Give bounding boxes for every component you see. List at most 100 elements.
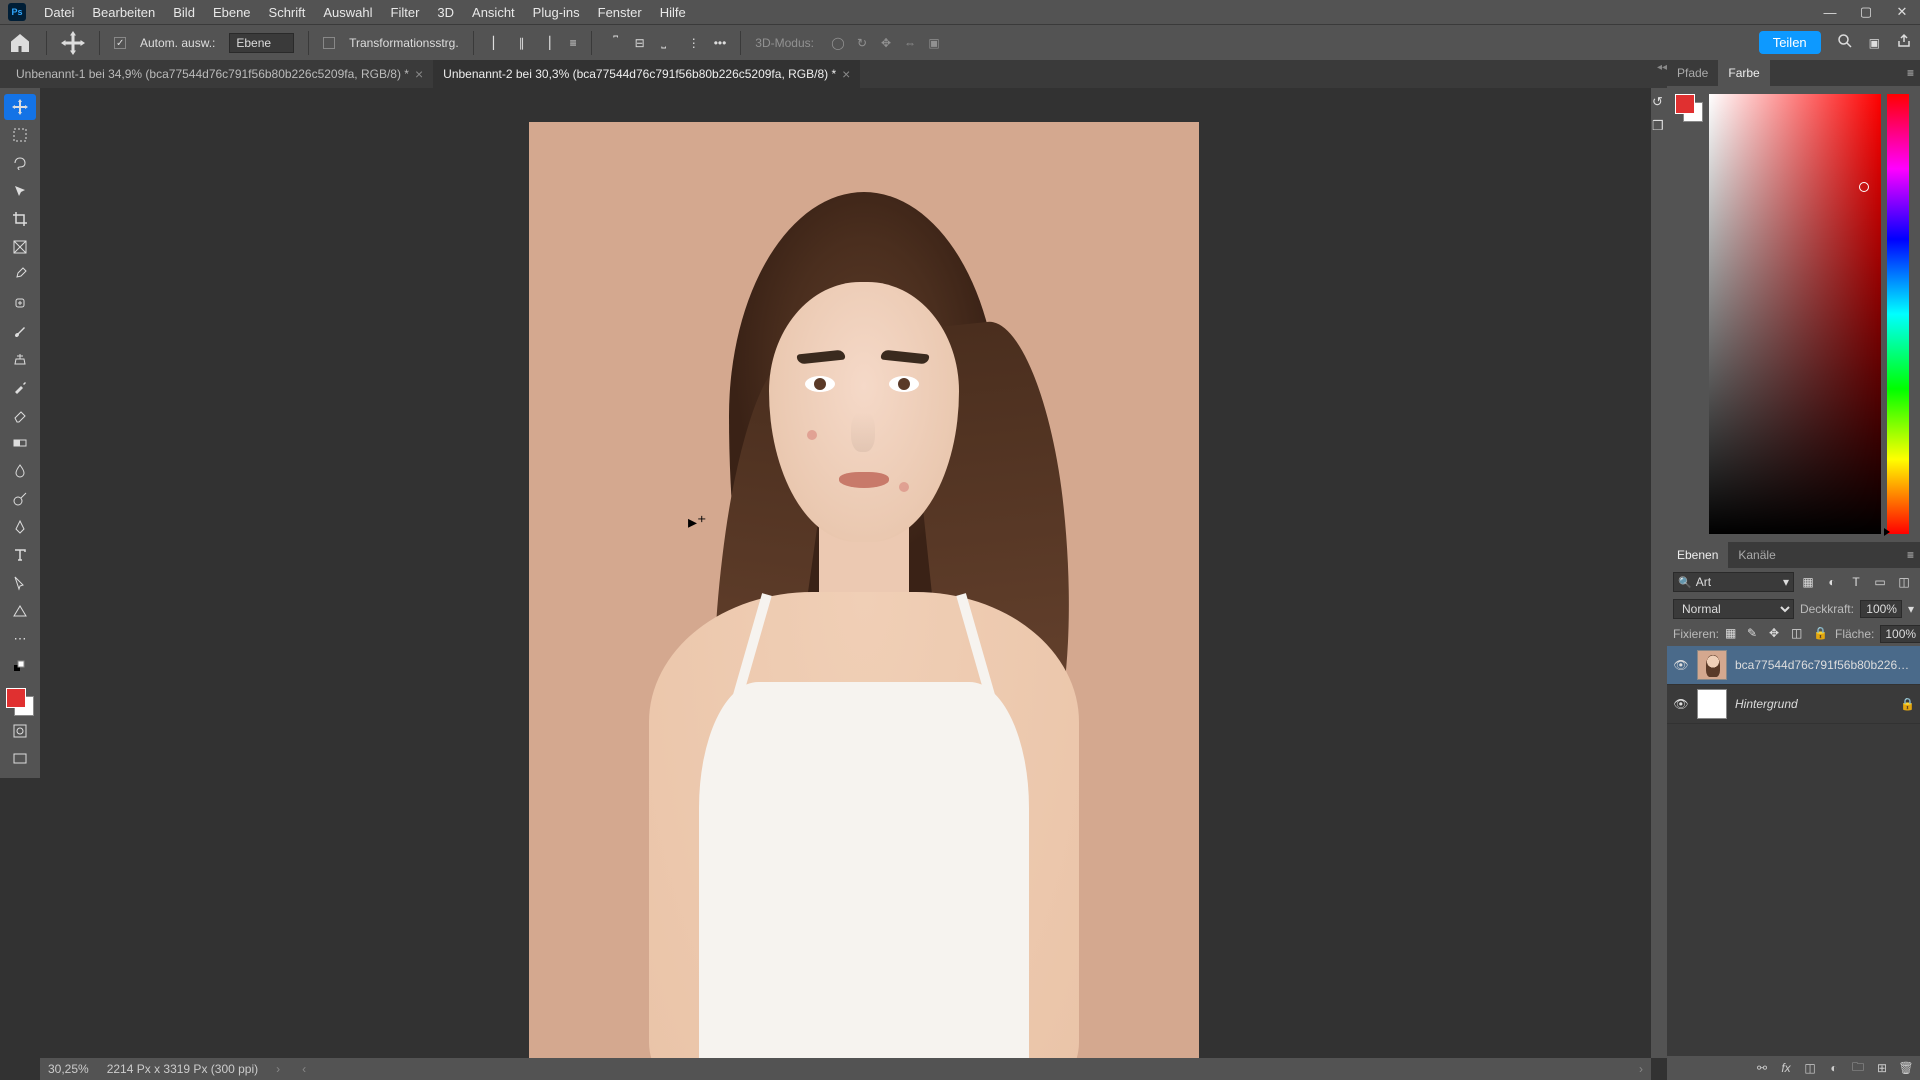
align-left-icon[interactable]: ▏: [488, 33, 508, 53]
panel-color-swatch[interactable]: [1675, 94, 1703, 122]
filter-type-icon[interactable]: T: [1846, 572, 1866, 592]
distribute-h-icon[interactable]: ≡: [570, 36, 577, 50]
new-layer-icon[interactable]: ⊞: [1874, 1060, 1890, 1076]
group-icon[interactable]: 🗀: [1850, 1060, 1866, 1076]
filter-pixel-icon[interactable]: ▦: [1798, 572, 1818, 592]
tab-farbe[interactable]: Farbe: [1718, 60, 1769, 86]
tab-close-icon[interactable]: ×: [415, 66, 423, 82]
layer-filter-dropdown[interactable]: 🔍 Art ▾: [1673, 572, 1794, 592]
align-right-icon[interactable]: ▕: [536, 33, 556, 53]
menu-datei[interactable]: Datei: [44, 5, 74, 20]
status-scroll-right-icon[interactable]: ›: [1639, 1062, 1643, 1076]
share-button[interactable]: Teilen: [1759, 31, 1821, 54]
delete-layer-icon[interactable]: 🗑: [1898, 1060, 1914, 1076]
color-field[interactable]: [1709, 94, 1881, 534]
quick-select-tool[interactable]: [4, 178, 36, 204]
healing-brush-tool[interactable]: [4, 290, 36, 316]
panel-collapse-icon[interactable]: ◂◂: [1657, 62, 1667, 73]
foreground-color[interactable]: [6, 688, 26, 708]
panel-menu-icon[interactable]: ≡: [1901, 548, 1920, 562]
dodge-tool[interactable]: [4, 486, 36, 512]
marquee-tool[interactable]: [4, 122, 36, 148]
quick-mask-icon[interactable]: [4, 718, 36, 744]
align-top-icon[interactable]: ⎴: [606, 33, 626, 53]
menu-3d[interactable]: 3D: [437, 5, 454, 20]
gradient-tool[interactable]: [4, 430, 36, 456]
menu-hilfe[interactable]: Hilfe: [660, 5, 686, 20]
document-tab-2[interactable]: Unbenannt-2 bei 30,3% (bca77544d76c791f5…: [433, 60, 860, 88]
opacity-value[interactable]: 100%: [1860, 600, 1902, 618]
align-bottom-icon[interactable]: ⎵: [654, 33, 674, 53]
chevron-down-icon[interactable]: ▾: [1908, 602, 1914, 616]
eyedropper-tool[interactable]: [4, 262, 36, 288]
visibility-icon[interactable]: 👁: [1673, 697, 1689, 711]
lock-artboard-icon[interactable]: ◫: [1791, 626, 1807, 642]
distribute-v-icon[interactable]: ⋮: [688, 36, 700, 50]
move-tool-icon[interactable]: [61, 31, 85, 55]
crop-tool[interactable]: [4, 206, 36, 232]
default-colors-icon[interactable]: [4, 654, 36, 680]
blur-tool[interactable]: [4, 458, 36, 484]
align-center-h-icon[interactable]: ∥: [512, 33, 532, 53]
transform-controls-checkbox[interactable]: [323, 37, 335, 49]
hue-slider[interactable]: [1887, 94, 1909, 534]
menu-bearbeiten[interactable]: Bearbeiten: [92, 5, 155, 20]
hue-marker[interactable]: [1884, 528, 1890, 536]
color-picker-ring[interactable]: [1859, 182, 1869, 192]
tab-kanaele[interactable]: Kanäle: [1728, 542, 1785, 568]
menu-bild[interactable]: Bild: [173, 5, 195, 20]
menu-filter[interactable]: Filter: [391, 5, 420, 20]
link-layers-icon[interactable]: ⚯: [1754, 1060, 1770, 1076]
history-panel-icon[interactable]: ↺: [1652, 94, 1666, 108]
history-brush-tool[interactable]: [4, 374, 36, 400]
zoom-level[interactable]: 30,25%: [48, 1062, 89, 1076]
document-tab-1[interactable]: Unbenannt-1 bei 34,9% (bca77544d76c791f5…: [6, 60, 433, 88]
shape-tool[interactable]: [4, 598, 36, 624]
layers-panel-icon[interactable]: ❒: [1652, 118, 1666, 132]
status-scroll-left-icon[interactable]: ‹: [302, 1062, 306, 1076]
frame-tool[interactable]: [4, 234, 36, 260]
menu-auswahl[interactable]: Auswahl: [323, 5, 372, 20]
move-tool[interactable]: [4, 94, 36, 120]
tab-ebenen[interactable]: Ebenen: [1667, 542, 1728, 568]
search-icon[interactable]: [1837, 33, 1853, 52]
lock-position-icon[interactable]: ✥: [1769, 626, 1785, 642]
blend-mode-dropdown[interactable]: Normal: [1673, 599, 1794, 619]
layer-item[interactable]: 👁 bca77544d76c791f56b80b226c5209fa: [1667, 646, 1920, 685]
menu-ansicht[interactable]: Ansicht: [472, 5, 515, 20]
layer-style-icon[interactable]: fx: [1778, 1060, 1794, 1076]
path-select-tool[interactable]: [4, 570, 36, 596]
screen-mode-icon[interactable]: [4, 746, 36, 772]
more-align-icon[interactable]: •••: [714, 36, 727, 50]
lock-icon[interactable]: 🔒: [1900, 697, 1914, 711]
layer-thumbnail[interactable]: [1697, 689, 1727, 719]
lasso-tool[interactable]: [4, 150, 36, 176]
filter-adjust-icon[interactable]: ◐: [1822, 572, 1842, 592]
export-icon[interactable]: [1896, 33, 1912, 52]
align-center-v-icon[interactable]: ⊟: [630, 33, 650, 53]
tab-close-icon[interactable]: ×: [842, 66, 850, 82]
color-swatch-pair[interactable]: [6, 688, 34, 716]
lock-all-icon[interactable]: 🔒: [1813, 626, 1829, 642]
layer-name[interactable]: Hintergrund: [1735, 697, 1892, 711]
filter-shape-icon[interactable]: ▭: [1870, 572, 1890, 592]
maximize-icon[interactable]: ▢: [1848, 0, 1884, 24]
document-info[interactable]: 2214 Px x 3319 Px (300 ppi): [107, 1062, 258, 1076]
panel-menu-icon[interactable]: ≡: [1901, 66, 1920, 80]
layer-name[interactable]: bca77544d76c791f56b80b226c5209fa: [1735, 658, 1914, 672]
visibility-icon[interactable]: 👁: [1673, 658, 1689, 672]
close-icon[interactable]: ✕: [1884, 0, 1920, 24]
home-icon[interactable]: [8, 31, 32, 55]
menu-ebene[interactable]: Ebene: [213, 5, 251, 20]
eraser-tool[interactable]: [4, 402, 36, 428]
tab-pfade[interactable]: Pfade: [1667, 60, 1718, 86]
filter-smart-icon[interactable]: ◫: [1894, 572, 1914, 592]
menu-plugins[interactable]: Plug-ins: [533, 5, 580, 20]
fill-value[interactable]: 100%: [1880, 625, 1920, 643]
type-tool[interactable]: [4, 542, 36, 568]
canvas-area[interactable]: ▸⁺: [40, 88, 1651, 1058]
menu-schrift[interactable]: Schrift: [269, 5, 306, 20]
lock-pixels-icon[interactable]: ✎: [1747, 626, 1763, 642]
layer-item[interactable]: 👁 Hintergrund 🔒: [1667, 685, 1920, 724]
adjustment-layer-icon[interactable]: ◐: [1826, 1060, 1842, 1076]
